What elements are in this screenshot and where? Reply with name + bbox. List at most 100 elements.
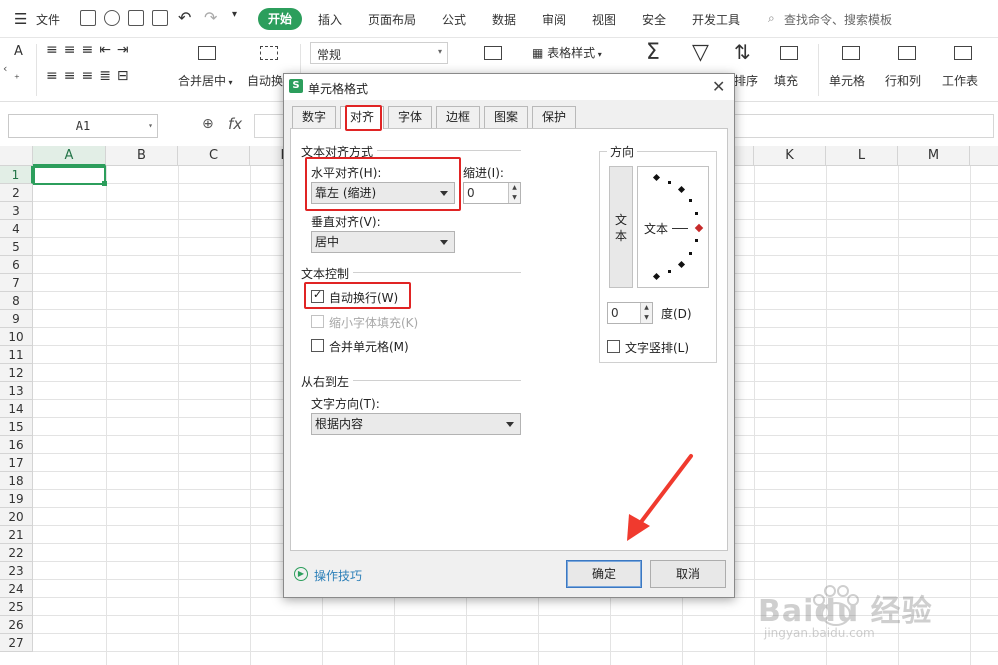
orientation-dial[interactable]: 文本 bbox=[637, 166, 709, 288]
row-header[interactable]: 25 bbox=[0, 598, 33, 616]
row-header[interactable]: 23 bbox=[0, 562, 33, 580]
zoom-icon[interactable]: ⊕ bbox=[202, 116, 214, 132]
sort-button[interactable]: 排序 bbox=[734, 72, 758, 89]
row-header[interactable]: 2 bbox=[0, 184, 33, 202]
row-header[interactable]: 12 bbox=[0, 364, 33, 382]
ribbon-scroll-left-icon[interactable]: ‹ bbox=[3, 62, 7, 75]
sheet-button[interactable]: 工作表 bbox=[942, 72, 978, 89]
fx-icon[interactable]: fx bbox=[228, 115, 242, 133]
conditional-format-icon[interactable] bbox=[484, 46, 502, 60]
vertical-align-select[interactable]: 居中 bbox=[311, 231, 455, 253]
align-top-row-icons[interactable]: ≡≡≡⇤⇥ bbox=[46, 42, 135, 58]
fill-button[interactable]: 填充 bbox=[774, 72, 798, 89]
column-header[interactable]: L bbox=[826, 146, 898, 166]
row-header[interactable]: 24 bbox=[0, 580, 33, 598]
dialog-titlebar[interactable]: S 单元格格式 ✕ bbox=[284, 74, 734, 100]
tab-formulas[interactable]: 公式 bbox=[442, 11, 466, 28]
row-header[interactable]: 26 bbox=[0, 616, 33, 634]
column-header[interactable]: A bbox=[33, 146, 106, 166]
row-header[interactable]: 14 bbox=[0, 400, 33, 418]
row-header[interactable]: 7 bbox=[0, 274, 33, 292]
row-header[interactable]: 16 bbox=[0, 436, 33, 454]
spin-down-icon[interactable]: ▼ bbox=[508, 193, 520, 203]
row-header[interactable]: 8 bbox=[0, 292, 33, 310]
column-header[interactable] bbox=[970, 146, 998, 166]
row-col-button[interactable]: 行和列 bbox=[885, 72, 921, 89]
vertical-text-option[interactable]: 文本 bbox=[609, 166, 633, 288]
fill-handle[interactable] bbox=[102, 181, 107, 186]
font-more-icon[interactable]: ⁺ bbox=[14, 72, 20, 85]
row-header[interactable]: 17 bbox=[0, 454, 33, 472]
merge-center-button[interactable]: 合并居中 ▾ bbox=[178, 72, 233, 89]
row-header[interactable]: 11 bbox=[0, 346, 33, 364]
row-header[interactable]: 22 bbox=[0, 544, 33, 562]
row-col-icon[interactable] bbox=[898, 46, 916, 60]
sort-icon[interactable]: ⇅ bbox=[734, 40, 751, 64]
row-header[interactable]: 27 bbox=[0, 634, 33, 652]
row-header[interactable]: 6 bbox=[0, 256, 33, 274]
column-header[interactable]: B bbox=[106, 146, 178, 166]
ok-button[interactable]: 确定 bbox=[566, 560, 642, 588]
hamburger-icon[interactable]: ☰ bbox=[14, 10, 27, 28]
export-icon[interactable] bbox=[104, 10, 120, 26]
row-header[interactable]: 4 bbox=[0, 220, 33, 238]
print-preview-icon[interactable] bbox=[152, 10, 168, 26]
tab-number[interactable]: 数字 bbox=[292, 106, 336, 128]
sum-icon[interactable]: Σ bbox=[646, 40, 660, 65]
tab-data[interactable]: 数据 bbox=[492, 11, 516, 28]
table-style-button[interactable]: ▦ 表格样式 ▾ bbox=[532, 44, 602, 61]
orientation-handle[interactable] bbox=[694, 223, 704, 233]
vertical-text-checkbox[interactable] bbox=[607, 340, 620, 353]
row-header[interactable]: 13 bbox=[0, 382, 33, 400]
spin-up-icon[interactable]: ▲ bbox=[508, 183, 520, 193]
row-header[interactable]: 15 bbox=[0, 418, 33, 436]
tab-border[interactable]: 边框 bbox=[436, 106, 480, 128]
cell-icon[interactable] bbox=[842, 46, 860, 60]
search-input[interactable]: 查找命令、搜索模板 bbox=[784, 11, 892, 28]
fill-icon[interactable] bbox=[780, 46, 798, 60]
degree-spinner[interactable]: 0 ▲ ▼ bbox=[607, 302, 653, 324]
name-box[interactable]: A1 ▾ bbox=[8, 114, 158, 138]
tab-view[interactable]: 视图 bbox=[592, 11, 616, 28]
tab-pattern[interactable]: 图案 bbox=[484, 106, 528, 128]
auto-wrap-icon[interactable] bbox=[260, 46, 278, 60]
tab-font[interactable]: 字体 bbox=[388, 106, 432, 128]
row-header[interactable]: 19 bbox=[0, 490, 33, 508]
number-format-select[interactable]: 常规 ▾ bbox=[310, 42, 448, 64]
selected-cell-a1[interactable] bbox=[33, 166, 106, 185]
row-header[interactable]: 10 bbox=[0, 328, 33, 346]
select-all-corner[interactable] bbox=[0, 146, 33, 166]
row-header[interactable]: 20 bbox=[0, 508, 33, 526]
row-header[interactable]: 5 bbox=[0, 238, 33, 256]
tab-insert[interactable]: 插入 bbox=[318, 11, 342, 28]
sheet-icon[interactable] bbox=[954, 46, 972, 60]
chevron-down-icon[interactable]: ▾ bbox=[232, 9, 237, 20]
font-size-icon[interactable]: A bbox=[14, 44, 23, 59]
tab-page-layout[interactable]: 页面布局 bbox=[368, 11, 416, 28]
spin-down-icon[interactable]: ▼ bbox=[640, 313, 652, 323]
save-icon[interactable] bbox=[80, 10, 96, 26]
undo-icon[interactable]: ↶ bbox=[178, 8, 191, 27]
column-header[interactable]: C bbox=[178, 146, 250, 166]
print-icon[interactable] bbox=[128, 10, 144, 26]
search-icon[interactable]: ⌕ bbox=[768, 11, 775, 26]
filter-icon[interactable]: ▽ bbox=[692, 40, 709, 65]
row-header[interactable]: 9 bbox=[0, 310, 33, 328]
row-header[interactable]: 1 bbox=[0, 166, 33, 184]
tab-protection[interactable]: 保护 bbox=[532, 106, 576, 128]
file-menu[interactable]: 文件 bbox=[36, 11, 60, 28]
tips-link[interactable]: 操作技巧 bbox=[314, 567, 362, 584]
close-icon[interactable]: ✕ bbox=[712, 77, 725, 96]
tab-developer[interactable]: 开发工具 bbox=[692, 11, 740, 28]
auto-wrap-button[interactable]: 自动换 bbox=[247, 72, 283, 89]
play-icon[interactable]: ▶ bbox=[294, 567, 308, 581]
row-header[interactable]: 18 bbox=[0, 472, 33, 490]
cancel-button[interactable]: 取消 bbox=[650, 560, 726, 588]
align-bottom-row-icons[interactable]: ≡≡≡≣⊟ bbox=[46, 68, 135, 84]
tab-home[interactable]: 开始 bbox=[258, 8, 302, 30]
text-direction-select[interactable]: 根据内容 bbox=[311, 413, 521, 435]
row-header[interactable]: 21 bbox=[0, 526, 33, 544]
column-header[interactable]: K bbox=[754, 146, 826, 166]
column-header[interactable]: M bbox=[898, 146, 970, 166]
merge-cells-checkbox[interactable] bbox=[311, 339, 324, 352]
